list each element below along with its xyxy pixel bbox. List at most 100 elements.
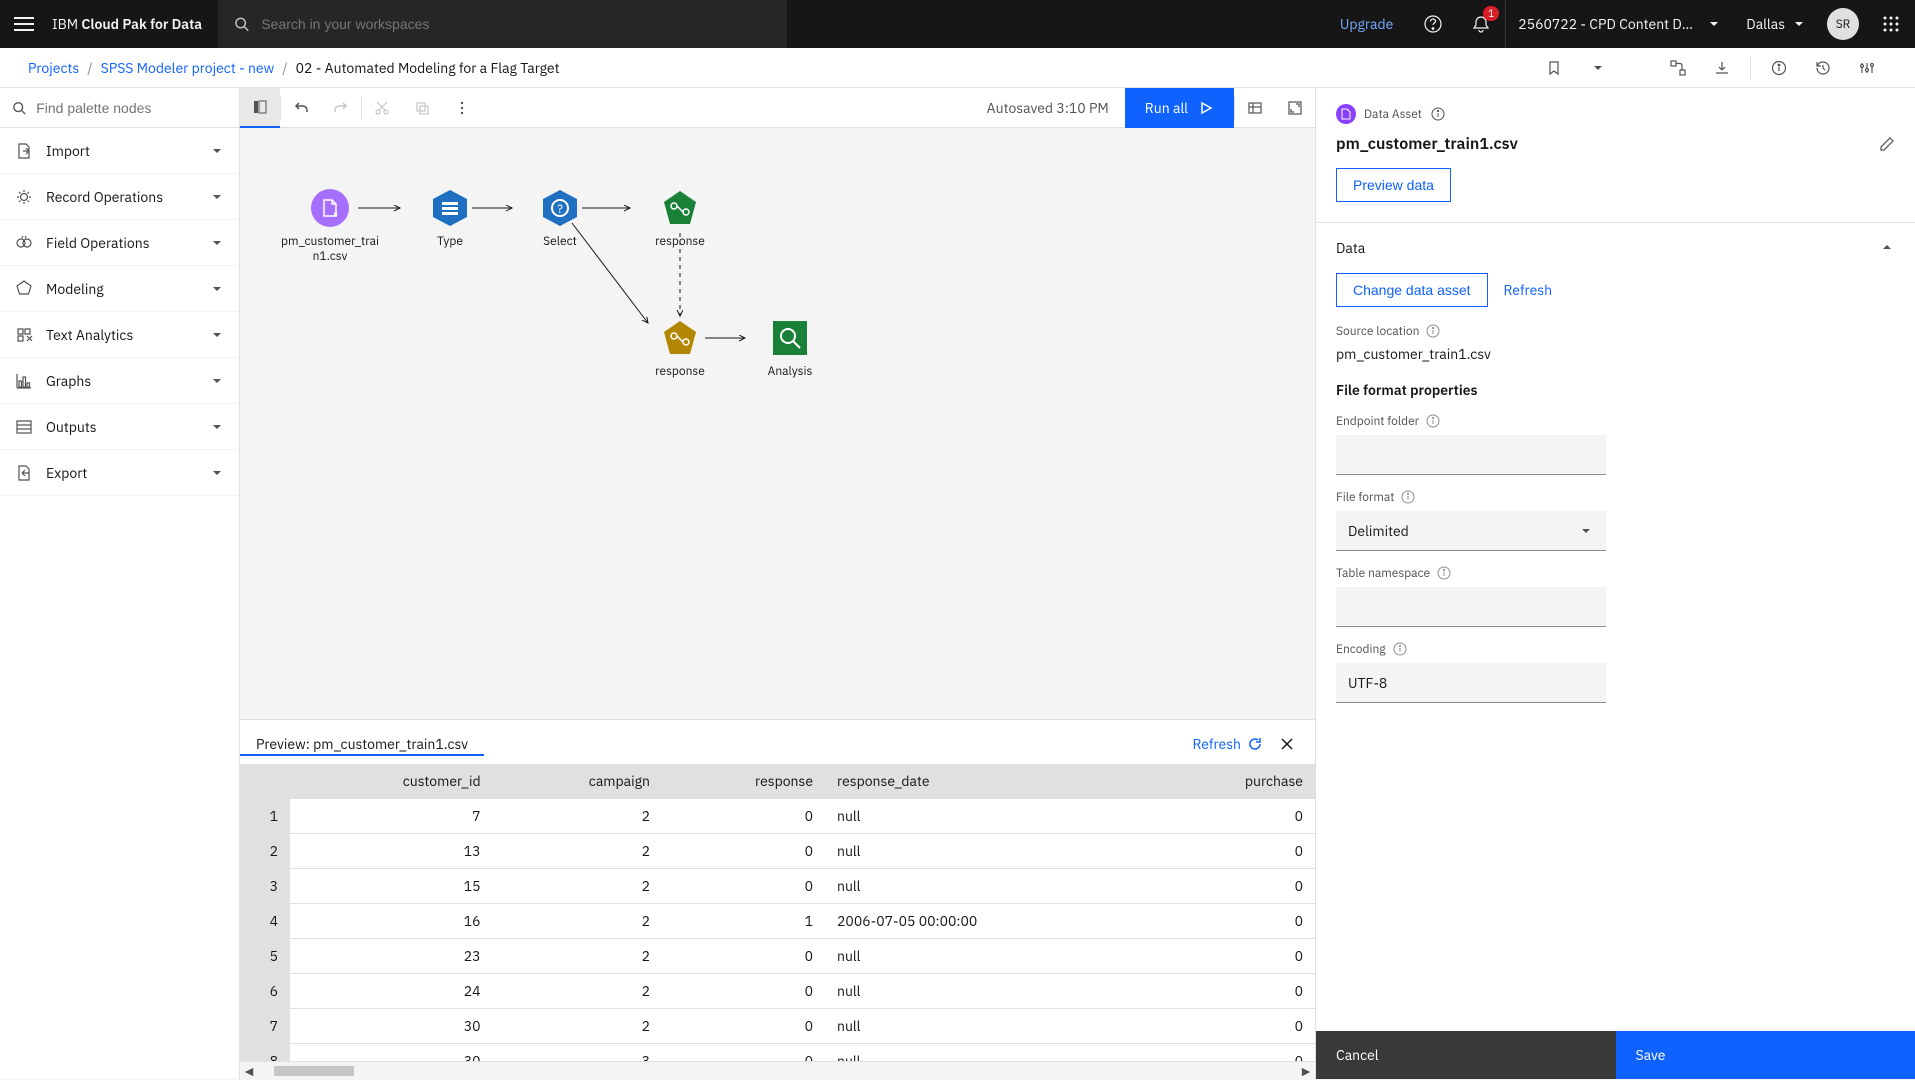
table-row[interactable]: 73020null0 (240, 1009, 1315, 1044)
info-icon[interactable] (1425, 323, 1441, 339)
connect-icon[interactable] (1658, 48, 1698, 88)
upgrade-link[interactable]: Upgrade (1324, 15, 1409, 33)
preview-data-button[interactable]: Preview data (1336, 168, 1451, 202)
notification-badge: 1 (1483, 6, 1499, 21)
flow-canvas[interactable]: pm_customer_train1.csv Type ? Select res… (240, 128, 1315, 719)
category-icon (14, 233, 34, 253)
view-data-button[interactable] (1235, 88, 1275, 128)
file-format-select[interactable]: Delimited (1336, 511, 1606, 551)
expand-button[interactable] (1275, 88, 1315, 128)
column-header[interactable]: campaign (493, 764, 662, 799)
palette-category[interactable]: Modeling (0, 266, 239, 312)
save-button[interactable]: Save (1616, 1031, 1915, 1079)
download-icon[interactable] (1702, 48, 1742, 88)
chevron-down-icon (209, 419, 225, 435)
table-row[interactable]: 31520null0 (240, 869, 1315, 904)
info-icon[interactable] (1759, 48, 1799, 88)
node-analysis[interactable]: Analysis (740, 318, 840, 379)
account-switcher[interactable]: 2560722 - CPD Content De... (1505, 0, 1734, 48)
chevron-down-icon (209, 281, 225, 297)
hamburger-menu[interactable] (0, 0, 48, 48)
source-location-value: pm_customer_train1.csv (1336, 345, 1895, 363)
table-row[interactable]: 21320null0 (240, 834, 1315, 869)
column-header[interactable]: response (662, 764, 825, 799)
encoding-input[interactable]: UTF-8 (1336, 663, 1606, 703)
info-icon[interactable] (1392, 641, 1408, 657)
preview-close[interactable] (1275, 732, 1299, 756)
node-response-nugget[interactable]: response (630, 318, 730, 379)
play-icon (1198, 100, 1214, 116)
palette-search-input[interactable] (36, 100, 227, 116)
category-label: Graphs (46, 372, 209, 390)
horizontal-scrollbar[interactable]: ◄ ► (240, 1061, 1315, 1079)
palette-category[interactable]: Record Operations (0, 174, 239, 220)
notifications-icon[interactable]: 1 (1457, 0, 1505, 48)
info-icon[interactable] (1430, 106, 1446, 122)
help-icon[interactable] (1409, 0, 1457, 48)
breadcrumb-projects[interactable]: Projects (28, 59, 79, 77)
table-namespace-input[interactable] (1336, 587, 1606, 627)
node-data-asset[interactable]: pm_customer_train1.csv (280, 188, 380, 264)
refresh-icon (1247, 736, 1263, 752)
file-format-label: File format (1336, 489, 1895, 505)
refresh-link[interactable]: Refresh (1504, 281, 1553, 299)
category-label: Outputs (46, 418, 209, 436)
palette-search[interactable] (0, 88, 239, 128)
svg-text:?: ? (557, 202, 563, 217)
cut-button (362, 88, 402, 128)
app-switcher-icon[interactable] (1867, 0, 1915, 48)
palette-category[interactable]: Export (0, 450, 239, 496)
palette-category[interactable]: Import (0, 128, 239, 174)
category-label: Field Operations (46, 234, 209, 252)
category-label: Record Operations (46, 188, 209, 206)
column-header[interactable]: purchase (1152, 764, 1315, 799)
undo-button[interactable] (281, 88, 321, 128)
category-label: Modeling (46, 280, 209, 298)
node-type[interactable]: Type (400, 188, 500, 249)
table-row[interactable]: 1720null0 (240, 799, 1315, 834)
palette-category[interactable]: Graphs (0, 358, 239, 404)
chevron-down-icon[interactable] (1578, 48, 1618, 88)
bookmark-icon[interactable] (1534, 48, 1574, 88)
chevron-down-icon (209, 235, 225, 251)
column-header[interactable]: response_date (825, 764, 1152, 799)
info-icon[interactable] (1436, 565, 1452, 581)
chevron-down-icon (209, 327, 225, 343)
cancel-button[interactable]: Cancel (1316, 1031, 1616, 1079)
section-data-toggle[interactable]: Data (1316, 223, 1915, 273)
palette-category[interactable]: Outputs (0, 404, 239, 450)
change-data-asset-button[interactable]: Change data asset (1336, 273, 1488, 307)
overflow-menu[interactable] (442, 88, 482, 128)
table-row[interactable]: 52320null0 (240, 939, 1315, 974)
settings-icon[interactable] (1847, 48, 1887, 88)
category-icon (14, 463, 34, 483)
avatar[interactable]: SR (1827, 8, 1859, 40)
region-switcher[interactable]: Dallas (1734, 0, 1819, 48)
encoding-label: Encoding (1336, 641, 1895, 657)
info-icon[interactable] (1425, 413, 1441, 429)
global-header: IBM Cloud Pak for Data Upgrade 1 2560722… (0, 0, 1915, 48)
preview-refresh[interactable]: Refresh (1193, 735, 1264, 753)
search-input[interactable] (261, 16, 771, 32)
info-icon[interactable] (1400, 489, 1416, 505)
palette-category[interactable]: Text Analytics (0, 312, 239, 358)
table-row[interactable]: 416212006-07-05 00:00:000 (240, 904, 1315, 939)
file-format-properties-heading: File format properties (1336, 381, 1895, 399)
endpoint-folder-input[interactable] (1336, 435, 1606, 475)
node-select[interactable]: ? Select (510, 188, 610, 249)
category-icon (14, 141, 34, 161)
node-response-model[interactable]: response (630, 188, 730, 249)
column-header[interactable]: customer_id (290, 764, 493, 799)
palette-category[interactable]: Field Operations (0, 220, 239, 266)
table-row[interactable]: 62420null0 (240, 974, 1315, 1009)
global-search[interactable] (218, 0, 787, 48)
edit-icon[interactable] (1879, 136, 1895, 152)
copy-button (402, 88, 442, 128)
chevron-down-icon (209, 465, 225, 481)
breadcrumb-project[interactable]: SPSS Modeler project - new (101, 59, 275, 77)
run-all-button[interactable]: Run all (1125, 88, 1234, 128)
palette-toggle[interactable] (240, 88, 280, 128)
asset-title: pm_customer_train1.csv (1336, 134, 1518, 154)
history-icon[interactable] (1803, 48, 1843, 88)
table-row[interactable]: 83030null0 (240, 1044, 1315, 1062)
